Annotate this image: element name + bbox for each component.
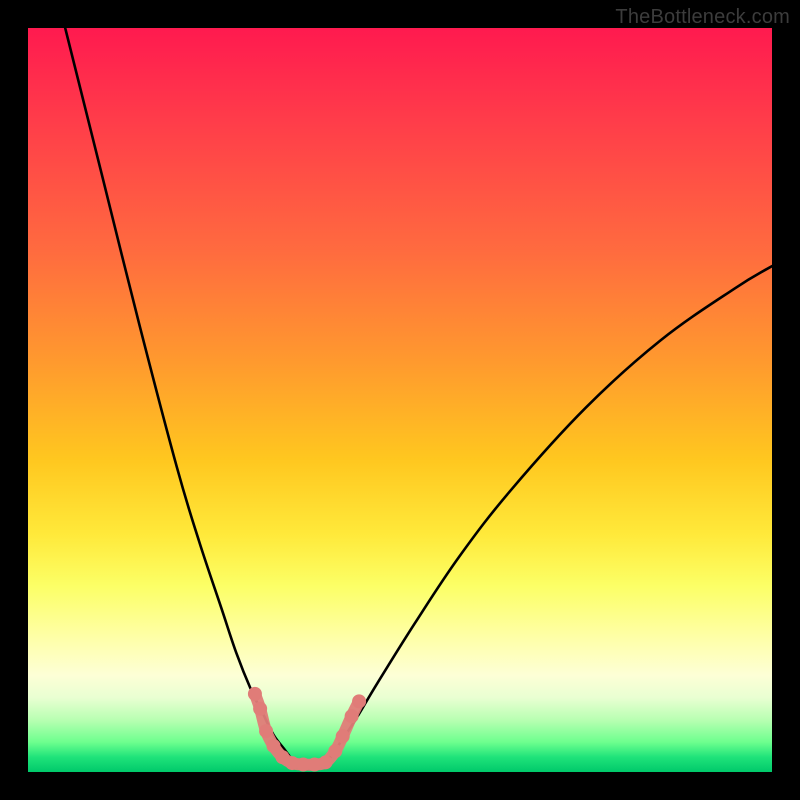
marker-dot: [336, 729, 350, 743]
marker-dot: [259, 724, 273, 738]
marker-dot: [253, 702, 267, 716]
marker-dot: [352, 694, 366, 708]
curve-left-branch: [65, 28, 296, 765]
marker-dot: [328, 744, 342, 758]
curve-layer: [65, 28, 772, 765]
curve-right-branch: [326, 266, 772, 764]
marker-dot: [319, 755, 333, 769]
chart-svg: [28, 28, 772, 772]
marker-dot: [248, 687, 262, 701]
marker-layer: [248, 687, 366, 772]
marker-dot: [267, 739, 281, 753]
marker-dot: [345, 709, 359, 723]
plot-area: [28, 28, 772, 772]
outer-frame: TheBottleneck.com: [0, 0, 800, 800]
watermark-text: TheBottleneck.com: [615, 6, 790, 29]
